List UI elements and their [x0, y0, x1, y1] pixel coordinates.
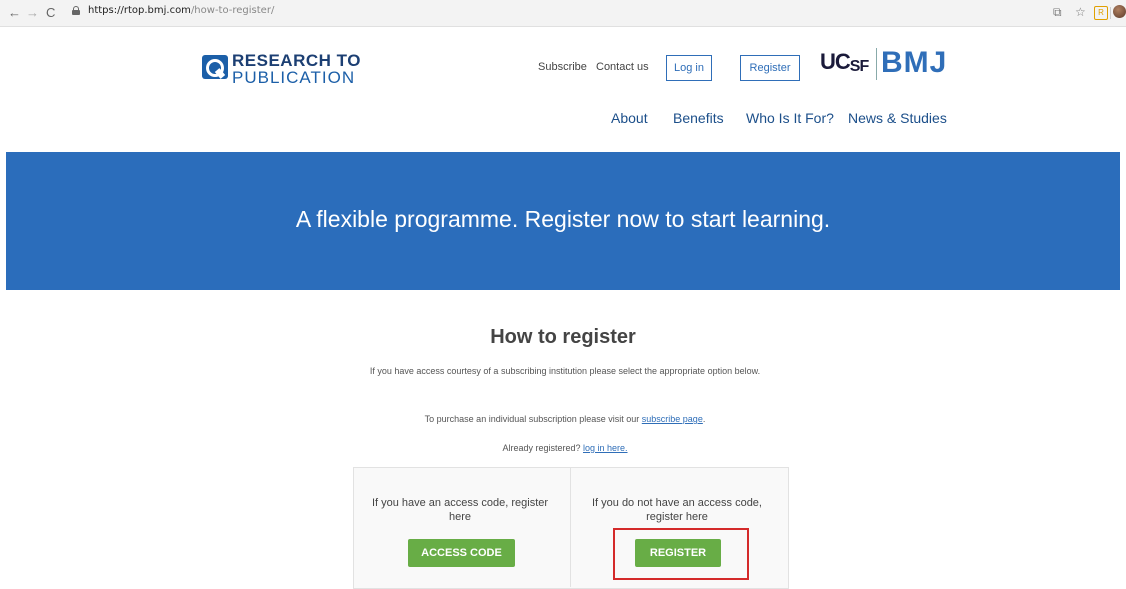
access-code-button[interactable]: ACCESS CODE: [408, 539, 515, 567]
back-arrow-icon[interactable]: ←: [8, 5, 21, 20]
hero-banner: A flexible programme. Register now to st…: [6, 152, 1120, 290]
bookmark-star-icon[interactable]: ☆: [1075, 5, 1086, 19]
intro-text: If you have access courtesy of a subscri…: [369, 366, 761, 376]
ucsf-uc: UC: [820, 49, 851, 74]
ucsf-logo[interactable]: UCSF: [820, 49, 869, 76]
translate-icon[interactable]: ⧉: [1053, 5, 1062, 20]
logo-mark-icon: [202, 55, 228, 79]
bmj-logo[interactable]: BMJ: [881, 46, 947, 80]
toolbar-divider: [1110, 7, 1111, 19]
nav-who-is-it-for[interactable]: Who Is It For?: [746, 110, 834, 126]
already-registered-text: Already registered? log in here.: [345, 441, 785, 456]
forward-arrow-icon[interactable]: →: [26, 5, 39, 20]
already-prefix: Already registered?: [502, 443, 583, 453]
contact-link[interactable]: Contact us: [596, 61, 649, 73]
site-logo[interactable]: RESEARCH TO PUBLICATION: [202, 51, 360, 87]
subscribe-link[interactable]: Subscribe: [538, 61, 587, 73]
nav-benefits[interactable]: Benefits: [673, 110, 724, 126]
access-code-option-text: If you have an access code, register her…: [371, 497, 549, 523]
purchase-prefix: To purchase an individual subscription p…: [424, 414, 642, 424]
page-title: How to register: [490, 326, 636, 348]
login-here-link[interactable]: log in here.: [583, 443, 628, 453]
purchase-text: To purchase an individual subscription p…: [345, 412, 785, 427]
logo-line2: PUBLICATION: [232, 68, 356, 87]
nav-about[interactable]: About: [611, 110, 648, 126]
browser-toolbar: ← → C https://rtop.bmj.com/how-to-regist…: [0, 0, 1126, 27]
nav-news-studies[interactable]: News & Studies: [848, 110, 947, 126]
ucsf-sf: SF: [849, 58, 869, 75]
profile-avatar[interactable]: [1113, 5, 1126, 18]
login-button[interactable]: Log in: [666, 55, 712, 81]
purchase-suffix: .: [702, 414, 706, 424]
url-host: https://rtop.bmj.com: [88, 5, 191, 16]
options-divider: [570, 468, 571, 587]
address-bar[interactable]: https://rtop.bmj.com/how-to-register/: [88, 5, 274, 16]
brand-divider: [876, 48, 877, 80]
no-access-code-option-text: If you do not have an access code, regis…: [591, 497, 762, 523]
extension-icon[interactable]: R: [1094, 6, 1108, 20]
subscribe-page-link[interactable]: subscribe page: [642, 414, 703, 424]
register-header-button[interactable]: Register: [740, 55, 800, 81]
url-path: /how-to-register/: [190, 5, 275, 16]
reload-icon[interactable]: C: [46, 5, 55, 20]
hero-text: A flexible programme. Register now to st…: [295, 206, 831, 232]
lock-icon: [72, 6, 80, 15]
highlight-annotation-box: [613, 528, 749, 580]
